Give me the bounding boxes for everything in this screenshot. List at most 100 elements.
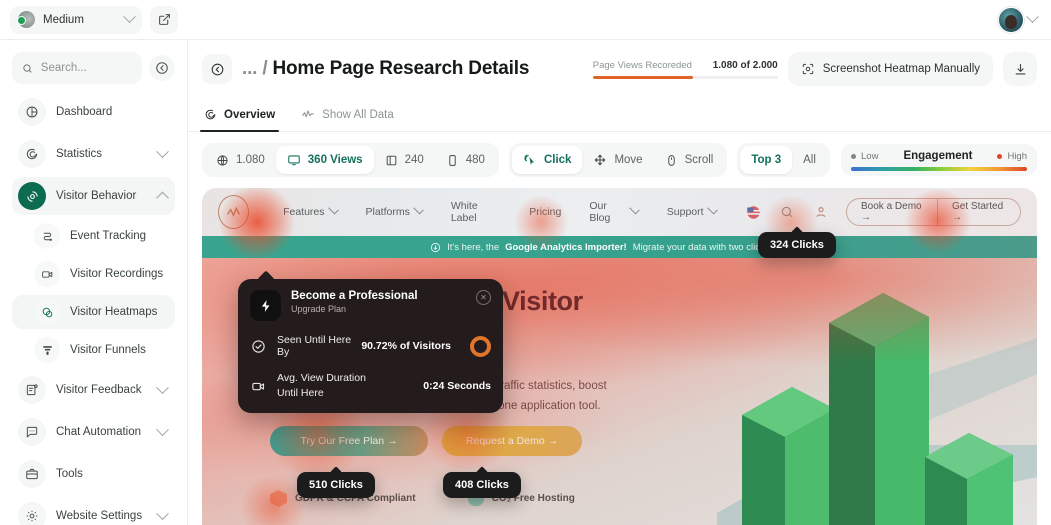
back-button[interactable] bbox=[202, 54, 232, 84]
banner-bold: Google Analytics Importer! bbox=[505, 241, 627, 253]
captured-nav-link[interactable]: Support bbox=[666, 203, 718, 218]
sidebar-item-visitor-heatmaps[interactable]: Visitor Heatmaps bbox=[12, 295, 175, 329]
mobile-icon bbox=[449, 154, 456, 166]
info-card-header: Become a Professional Upgrade Plan ✕ bbox=[250, 290, 491, 321]
tab-show-all-data[interactable]: Show All Data bbox=[301, 98, 394, 131]
chat-icon bbox=[18, 418, 46, 446]
filter-desktop-views[interactable]: 360 Views bbox=[275, 146, 374, 174]
sidebar-item-visitor-behavior[interactable]: Visitor Behavior bbox=[12, 177, 175, 215]
filter-tablet-views[interactable]: 240 bbox=[374, 146, 435, 174]
desktop-icon bbox=[288, 155, 300, 166]
sidebar-item-chat-automation[interactable]: Chat Automation bbox=[12, 413, 175, 451]
captured-nav-link[interactable]: Platforms bbox=[365, 203, 424, 218]
upgrade-plan-badge bbox=[250, 290, 281, 321]
filter-scroll[interactable]: Scroll bbox=[654, 146, 725, 174]
chevron-down-icon bbox=[156, 144, 169, 158]
filter-click[interactable]: Click bbox=[511, 146, 583, 174]
filter-label: 360 Views bbox=[307, 154, 363, 166]
funnel-icon bbox=[34, 337, 60, 363]
filter-top-3[interactable]: Top 3 bbox=[740, 146, 793, 174]
click-badge[interactable]: 324 Clicks bbox=[758, 232, 836, 258]
statistics-icon bbox=[18, 140, 46, 168]
sidebar-item-visitor-funnels[interactable]: Visitor Funnels bbox=[12, 333, 175, 367]
captured-primary-cta[interactable]: Try Our Free Plan → bbox=[270, 426, 428, 456]
sidebar-item-label: Visitor Funnels bbox=[70, 344, 146, 356]
chevron-down-icon bbox=[413, 203, 424, 215]
captured-get-started-button[interactable]: Get Started → bbox=[937, 199, 1020, 225]
chevron-down-icon bbox=[156, 506, 169, 520]
main-content: ... / Home Page Research Details Page Vi… bbox=[188, 40, 1051, 525]
dashboard-icon bbox=[18, 98, 46, 126]
captured-nav-label: Platforms bbox=[365, 206, 410, 218]
site-selector[interactable]: Medium bbox=[10, 5, 142, 34]
sidebar-item-dashboard[interactable]: Dashboard bbox=[12, 93, 175, 131]
filter-toolbar: 1.080 360 Views 240 480 Click Move Scrol… bbox=[188, 132, 1051, 188]
tools-icon bbox=[18, 460, 46, 488]
site-name-label: Medium bbox=[43, 13, 84, 26]
filter-all-views[interactable]: 1.080 bbox=[205, 146, 276, 174]
lightning-bolt-icon bbox=[261, 299, 269, 312]
search-box[interactable] bbox=[12, 52, 142, 84]
captured-nav-link[interactable]: White Label bbox=[451, 200, 501, 224]
sidebar-item-label: Dashboard bbox=[56, 106, 113, 118]
captured-secondary-cta[interactable]: Request a Demo → bbox=[442, 426, 582, 456]
engagement-info-card[interactable]: Become a Professional Upgrade Plan ✕ See… bbox=[238, 279, 503, 413]
progress-fill bbox=[592, 75, 693, 79]
user-icon[interactable] bbox=[812, 202, 830, 222]
chevron-down-icon bbox=[327, 203, 339, 215]
captured-nav-link[interactable]: Features bbox=[283, 203, 339, 218]
page-views-progress: Page Views Recoreded 1.080 of 2.000 bbox=[592, 60, 778, 79]
screenshot-heatmap-button[interactable]: Screenshot Heatmap Manually bbox=[787, 52, 993, 86]
sidebar-item-visitor-recordings[interactable]: Visitor Recordings bbox=[12, 257, 175, 291]
heatmap-app: Medium Search... Dashboard Statistics Vi… bbox=[0, 0, 1051, 525]
filter-move[interactable]: Move bbox=[582, 146, 653, 174]
search-input[interactable] bbox=[40, 62, 132, 74]
sidebar-item-tools[interactable]: Tools bbox=[12, 455, 175, 493]
heatmap-icon bbox=[34, 299, 60, 325]
captured-nav-link[interactable]: Pricing bbox=[529, 206, 561, 218]
sidebar-item-label: Tools bbox=[56, 468, 83, 480]
user-menu[interactable] bbox=[998, 6, 1041, 33]
flag-us-icon[interactable] bbox=[745, 202, 763, 222]
check-circle-icon bbox=[250, 338, 267, 355]
filter-all[interactable]: All bbox=[792, 146, 827, 174]
chevron-down-icon bbox=[123, 10, 136, 24]
info-card-row-value: 90.72% of Visitors bbox=[361, 340, 451, 352]
screenshot-button-label: Screenshot Heatmap Manually bbox=[822, 63, 980, 75]
click-icon bbox=[524, 154, 535, 166]
interaction-filter-group: Click Move Scroll bbox=[508, 143, 728, 177]
chevron-down-icon bbox=[156, 380, 169, 394]
click-badge[interactable]: 408 Clicks bbox=[443, 472, 521, 498]
sidebar-nav: Dashboard Statistics Visitor Behavior Ev… bbox=[12, 93, 175, 525]
filter-mobile-views[interactable]: 480 bbox=[435, 146, 496, 174]
download-button[interactable] bbox=[1003, 52, 1037, 86]
sidebar-item-event-tracking[interactable]: Event Tracking bbox=[12, 219, 175, 253]
captured-announcement-banner[interactable]: It's here, the Google Analytics Importer… bbox=[202, 236, 1037, 258]
open-external-button[interactable] bbox=[150, 5, 178, 34]
info-card-title: Become a Professional bbox=[291, 290, 418, 302]
progress-ring bbox=[470, 335, 491, 357]
click-badge[interactable]: 510 Clicks bbox=[297, 472, 375, 498]
sidebar-item-statistics[interactable]: Statistics bbox=[12, 135, 175, 173]
captured-nav-link[interactable]: Our Blog bbox=[589, 200, 640, 224]
collapse-sidebar-button[interactable] bbox=[149, 55, 175, 81]
captured-book-demo-button[interactable]: Book a Demo → bbox=[847, 199, 937, 225]
shield-hex-icon bbox=[270, 490, 287, 507]
close-icon[interactable]: ✕ bbox=[476, 290, 491, 305]
sidebar: Dashboard Statistics Visitor Behavior bbox=[0, 40, 188, 525]
info-card-row-seen-until: Seen Until Here By 90.72% of Visitors bbox=[250, 334, 491, 358]
info-card-subtitle: Upgrade Plan bbox=[291, 304, 347, 314]
sidebar-item-label: Visitor Recordings bbox=[70, 268, 164, 280]
event-tracking-icon bbox=[34, 223, 60, 249]
captured-nav-label: Our Blog bbox=[589, 200, 611, 224]
video-camera-icon bbox=[250, 378, 267, 395]
info-card-row-avg-duration: Avg. View Duration Until Here 0:24 Secon… bbox=[250, 371, 491, 401]
sidebar-item-visitor-feedback[interactable]: Visitor Feedback bbox=[12, 371, 175, 409]
progress-track bbox=[592, 75, 778, 79]
sidebar-item-website-settings[interactable]: Website Settings bbox=[12, 497, 175, 525]
captured-nav-label: Support bbox=[666, 206, 704, 218]
avatar bbox=[998, 6, 1024, 33]
legend-high-label: High bbox=[1007, 150, 1027, 162]
search-icon[interactable] bbox=[778, 202, 796, 222]
tab-overview[interactable]: Overview bbox=[199, 98, 280, 132]
